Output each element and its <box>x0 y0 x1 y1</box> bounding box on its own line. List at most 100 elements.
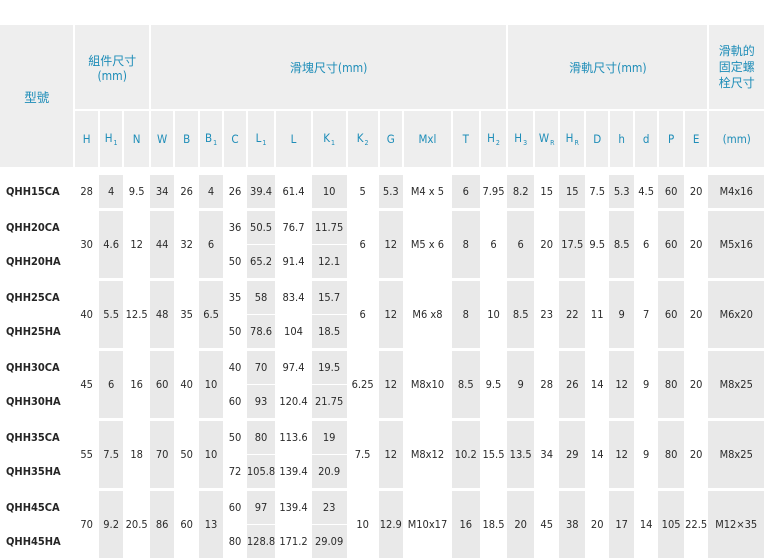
cell-B: 50 <box>174 421 199 489</box>
model-cell: QHH45CA <box>0 491 75 525</box>
cell-W: 86 <box>149 491 175 559</box>
cell-H1: 4.6 <box>98 211 124 279</box>
cell-P: 80 <box>658 351 684 419</box>
col-header-H3: H3 <box>507 109 535 167</box>
group-qhh20: QHH20CA 30 4.6 12 44 32 6 36 50.5 76.7 1… <box>0 211 764 279</box>
cell-h: 5.3 <box>609 175 634 209</box>
cell-B: 32 <box>174 211 199 279</box>
cell-L1: 105.8 <box>246 454 276 489</box>
model-cell: QHH30CA <box>0 351 75 385</box>
cell-K2: 6 <box>346 281 379 349</box>
cell-L1: 39.4 <box>246 175 276 209</box>
cell-d: 7 <box>633 281 659 349</box>
cell-L1: 97 <box>246 491 276 525</box>
cell-C: 60 <box>223 491 247 525</box>
col-header-H2: H2 <box>479 109 509 167</box>
cell-H: 70 <box>74 491 99 559</box>
table-row: QHH15CA 28 4 9.5 34 26 4 26 39.4 61.4 10… <box>0 175 764 209</box>
col-header-Mxl: Mxl <box>403 109 453 167</box>
cell-WR: 28 <box>533 351 560 419</box>
group-qhh25: QHH25CA 40 5.5 12.5 48 35 6.5 35 58 83.4… <box>0 281 764 349</box>
cell-K2: 6.25 <box>346 351 379 419</box>
col-header-K2: K2 <box>346 109 380 167</box>
cell-H1: 4 <box>98 175 124 209</box>
cell-H2: 18.5 <box>479 491 508 559</box>
cell-HR: 38 <box>559 491 585 559</box>
cell-B: 35 <box>174 281 199 349</box>
cell-B1: 6.5 <box>198 281 224 349</box>
cell-H2: 10 <box>479 281 508 349</box>
group-qhh15: QHH15CA 28 4 9.5 34 26 4 26 39.4 61.4 10… <box>0 175 764 209</box>
cell-K1: 29.09 <box>311 524 347 559</box>
cell-H: 45 <box>74 351 99 419</box>
cell-W: 70 <box>149 421 175 489</box>
spec-table-container: 型號 組件尺寸 (mm) 滑塊尺寸(mm) 滑軌尺寸(mm) 滑軌的 固定螺 栓… <box>0 25 764 559</box>
cell-H1: 5.5 <box>98 281 124 349</box>
cell-D: 11 <box>585 281 610 349</box>
cell-G: 12 <box>378 281 404 349</box>
cell-Mxl: M6 x8 <box>403 281 452 349</box>
cell-d: 4.5 <box>633 175 659 209</box>
cell-bolt: M4x16 <box>708 175 764 209</box>
cell-HR: 29 <box>559 421 585 489</box>
cell-E: 20 <box>683 211 709 279</box>
col-header-P: P <box>658 109 685 167</box>
table-row: QHH45CA 70 9.2 20.5 86 60 13 60 97 139.4… <box>0 491 764 559</box>
model-cell: QHH35HA <box>0 454 75 489</box>
model-cell: QHH45HA <box>0 524 75 559</box>
cell-L: 139.4 <box>275 491 312 525</box>
cell-L1: 70 <box>246 351 276 385</box>
cell-L: 83.4 <box>275 281 312 315</box>
cell-H: 28 <box>74 175 99 209</box>
cell-P: 80 <box>658 421 684 489</box>
cell-bolt: M8x25 <box>708 351 764 419</box>
cell-T: 8 <box>451 211 480 279</box>
cell-h: 12 <box>609 421 634 489</box>
cell-C: 35 <box>223 281 247 315</box>
cell-WR: 20 <box>533 211 560 279</box>
cell-G: 12 <box>378 421 404 489</box>
cell-H2: 6 <box>479 211 508 279</box>
col-header-K1: K1 <box>311 109 348 167</box>
col-header-HR: HR <box>559 109 586 167</box>
cell-H: 40 <box>74 281 99 349</box>
cell-d: 6 <box>633 211 659 279</box>
cell-N: 18 <box>123 421 150 489</box>
cell-WR: 15 <box>533 175 560 209</box>
header-model: 型號 <box>0 25 76 167</box>
header-assembly-dimensions: 組件尺寸 (mm) <box>74 25 151 110</box>
cell-d: 9 <box>633 421 659 489</box>
cell-B1: 10 <box>198 421 224 489</box>
cell-L1: 80 <box>246 421 276 455</box>
cell-L1: 50.5 <box>246 211 276 245</box>
col-header-WR: WR <box>533 109 561 167</box>
cell-bolt: M8x25 <box>708 421 764 489</box>
cell-K1: 12.1 <box>311 244 347 279</box>
cell-E: 20 <box>683 351 709 419</box>
cell-L1: 58 <box>246 281 276 315</box>
cell-d: 9 <box>633 351 659 419</box>
model-cell: QHH20HA <box>0 244 75 279</box>
cell-K1: 20.9 <box>311 454 347 489</box>
cell-H3: 13.5 <box>507 421 534 489</box>
cell-H: 55 <box>74 421 99 489</box>
cell-L: 91.4 <box>275 244 312 279</box>
cell-H3: 9 <box>507 351 534 419</box>
cell-E: 20 <box>683 421 709 489</box>
cell-K2: 5 <box>346 175 379 209</box>
cell-N: 16 <box>123 351 150 419</box>
col-header-E: E <box>683 109 710 167</box>
cell-H1: 7.5 <box>98 421 124 489</box>
cell-d: 14 <box>633 491 659 559</box>
cell-bolt: M6x20 <box>708 281 764 349</box>
cell-D: 20 <box>585 491 610 559</box>
cell-D: 14 <box>585 351 610 419</box>
cell-Mxl: M8x12 <box>403 421 452 489</box>
cell-HR: 26 <box>559 351 585 419</box>
cell-WR: 34 <box>533 421 560 489</box>
cell-Mxl: M4 x 5 <box>403 175 452 209</box>
cell-W: 44 <box>149 211 175 279</box>
cell-C: 50 <box>223 314 247 349</box>
cell-L1: 93 <box>246 384 276 419</box>
cell-C: 36 <box>223 211 247 245</box>
